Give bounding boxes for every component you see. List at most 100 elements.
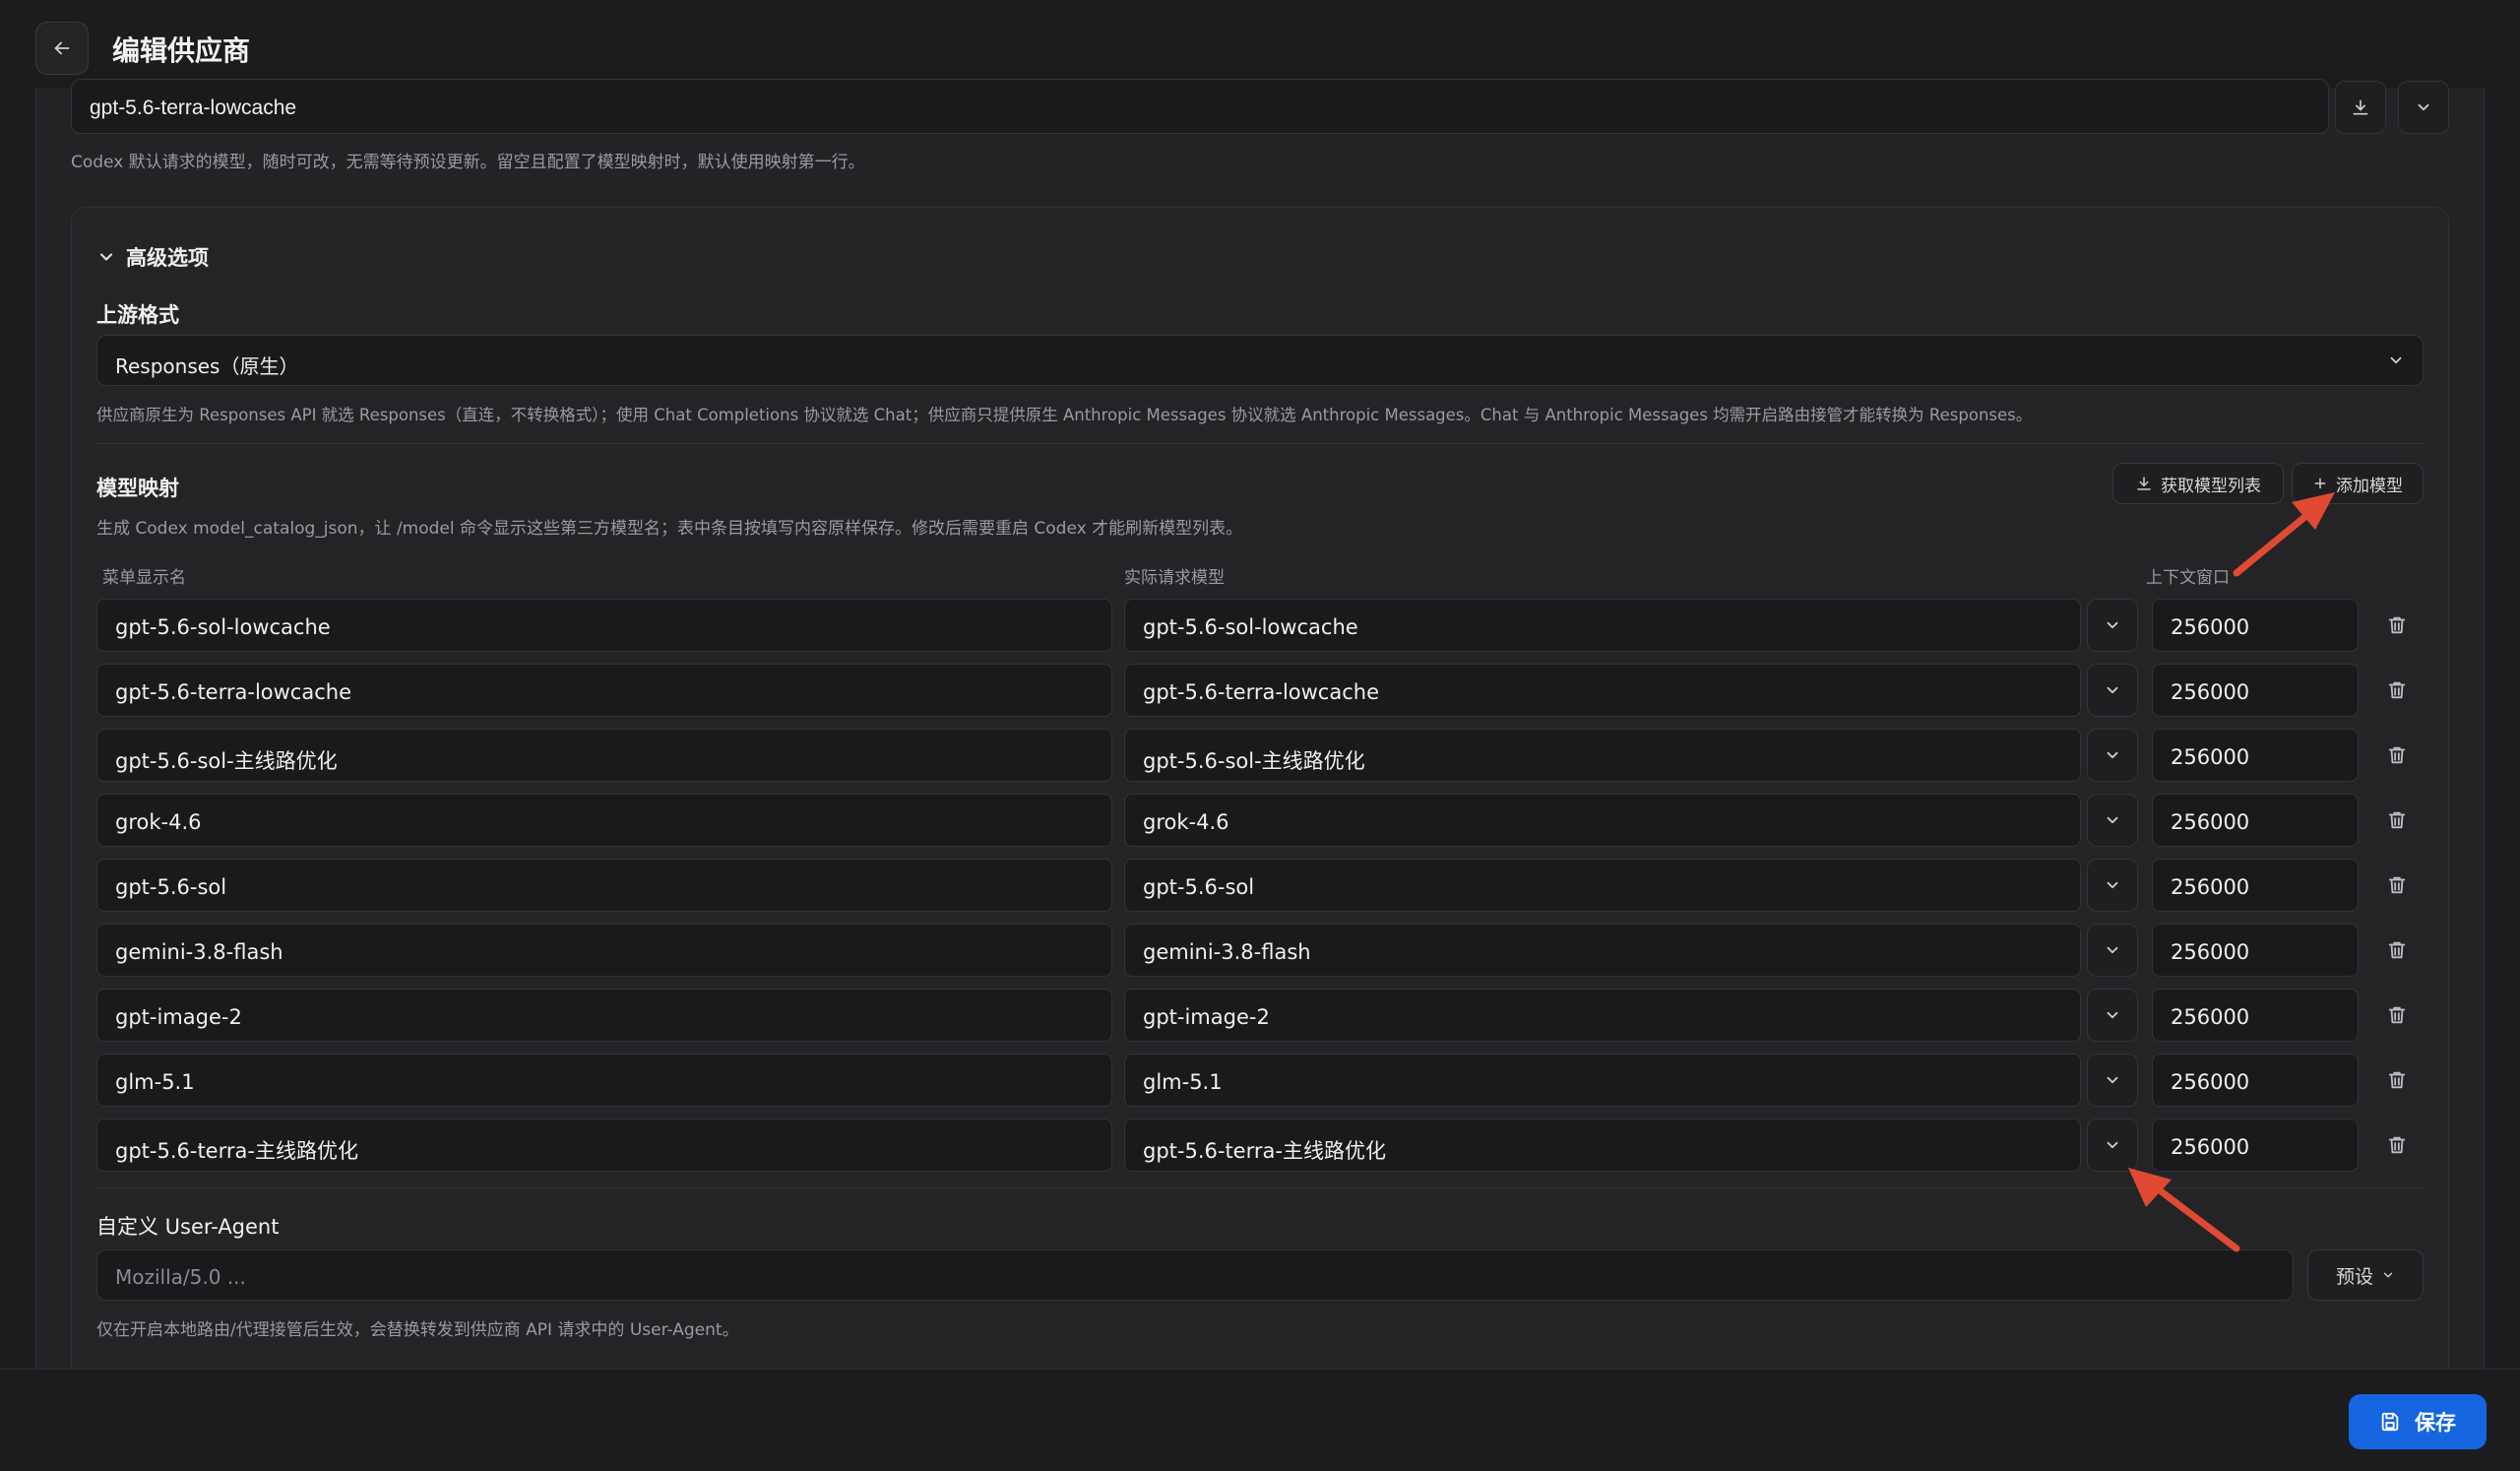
trash-icon — [2388, 1071, 2406, 1089]
actual-model-input[interactable]: gpt-image-2 — [1124, 989, 2081, 1042]
add-model-label: 添加模型 — [2336, 476, 2403, 496]
actual-model-input[interactable]: gpt-5.6-sol-主线路优化 — [1124, 729, 2081, 782]
upstream-format-hint: 供应商原生为 Responses API 就选 Responses（直连，不转换… — [96, 406, 2033, 424]
actual-model-dropdown-button[interactable] — [2087, 599, 2138, 652]
display-name-input[interactable]: gpt-5.6-sol-主线路优化 — [96, 729, 1112, 782]
add-model-button[interactable]: 添加模型 — [2292, 463, 2424, 504]
chevron-down-icon — [2107, 621, 2118, 629]
plus-icon — [2314, 478, 2326, 489]
trash-icon — [2388, 1006, 2406, 1024]
context-window-input[interactable]: 256000 — [2152, 729, 2359, 782]
column-header-context-window: 上下文窗口 — [2146, 568, 2230, 588]
delete-row-button[interactable] — [2382, 673, 2412, 707]
context-window-input[interactable]: 256000 — [2152, 599, 2359, 652]
actual-model-dropdown-button[interactable] — [2087, 729, 2138, 782]
download-button[interactable] — [2335, 81, 2386, 134]
trash-icon — [2388, 876, 2406, 894]
delete-row-button[interactable] — [2382, 803, 2412, 837]
trash-icon — [2388, 811, 2406, 829]
user-agent-hint: 仅在开启本地路由/代理接管后生效，会替换转发到供应商 API 请求中的 User… — [96, 1320, 739, 1340]
fetch-model-list-button[interactable]: 获取模型列表 — [2112, 463, 2284, 504]
display-name-input[interactable]: gpt-5.6-sol-lowcache — [96, 599, 1112, 652]
delete-row-button[interactable] — [2382, 998, 2412, 1032]
display-name-input[interactable]: glm-5.1 — [96, 1054, 1112, 1107]
delete-row-button[interactable] — [2382, 868, 2412, 902]
user-agent-label: 自定义 User-Agent — [96, 1215, 280, 1239]
save-icon — [2381, 1412, 2399, 1432]
chevron-down-icon — [2107, 946, 2118, 954]
actual-model-dropdown-button[interactable] — [2087, 924, 2138, 977]
advanced-options-toggle[interactable]: 高级选项 — [96, 242, 209, 272]
default-model-input[interactable]: gpt-5.6-terra-lowcache — [71, 79, 2329, 134]
fetch-model-list-label: 获取模型列表 — [2161, 476, 2261, 496]
column-header-actual-model: 实际请求模型 — [1124, 568, 1225, 588]
context-window-input[interactable]: 256000 — [2152, 1119, 2359, 1172]
actual-model-input[interactable]: grok-4.6 — [1124, 794, 2081, 847]
footer-bar — [0, 1369, 2520, 1471]
context-window-input[interactable]: 256000 — [2152, 664, 2359, 717]
save-label: 保存 — [2415, 1411, 2456, 1435]
advanced-options-label: 高级选项 — [126, 246, 209, 270]
default-model-dropdown-button[interactable] — [2398, 81, 2449, 134]
user-agent-preset-button[interactable]: 预设 — [2307, 1249, 2424, 1301]
delete-row-button[interactable] — [2382, 1128, 2412, 1162]
delete-row-button[interactable] — [2382, 608, 2412, 642]
arrow-left-icon — [54, 41, 70, 55]
display-name-input[interactable]: gpt-5.6-terra-主线路优化 — [96, 1119, 1112, 1172]
upstream-format-select[interactable]: Responses（原生） — [96, 335, 2424, 386]
download-icon — [2137, 477, 2151, 490]
context-window-input[interactable]: 256000 — [2152, 794, 2359, 847]
upstream-format-value: Responses（原生） — [115, 354, 299, 378]
chevron-down-icon — [2107, 816, 2118, 824]
context-window-input[interactable]: 256000 — [2152, 1054, 2359, 1107]
chevron-down-icon — [2107, 1076, 2118, 1084]
trash-icon — [2388, 616, 2406, 634]
delete-row-button[interactable] — [2382, 933, 2412, 967]
actual-model-input[interactable]: gpt-5.6-sol — [1124, 859, 2081, 912]
upstream-format-label: 上游格式 — [96, 303, 179, 327]
actual-model-dropdown-button[interactable] — [2087, 1119, 2138, 1172]
context-window-input[interactable]: 256000 — [2152, 924, 2359, 977]
actual-model-dropdown-button[interactable] — [2087, 794, 2138, 847]
actual-model-dropdown-button[interactable] — [2087, 1054, 2138, 1107]
actual-model-input[interactable]: gemini-3.8-flash — [1124, 924, 2081, 977]
trash-icon — [2388, 746, 2406, 764]
actual-model-dropdown-button[interactable] — [2087, 664, 2138, 717]
download-icon — [2353, 99, 2368, 115]
save-button[interactable]: 保存 — [2349, 1394, 2487, 1449]
chevron-down-icon — [2107, 1011, 2118, 1019]
actual-model-input[interactable]: gpt-5.6-terra-主线路优化 — [1124, 1119, 2081, 1172]
actual-model-input[interactable]: gpt-5.6-terra-lowcache — [1124, 664, 2081, 717]
actual-model-input[interactable]: gpt-5.6-sol-lowcache — [1124, 599, 2081, 652]
chevron-down-icon — [2107, 1141, 2118, 1149]
model-mapping-hint: 生成 Codex model_catalog_json，让 /model 命令显… — [96, 519, 1243, 539]
preset-label: 预设 — [2335, 1265, 2373, 1288]
column-header-display-name: 菜单显示名 — [102, 568, 186, 588]
display-name-input[interactable]: gemini-3.8-flash — [96, 924, 1112, 977]
chevron-down-icon — [2107, 881, 2118, 889]
delete-row-button[interactable] — [2382, 1063, 2412, 1097]
display-name-input[interactable]: gpt-image-2 — [96, 989, 1112, 1042]
display-name-input[interactable]: grok-4.6 — [96, 794, 1112, 847]
chevron-down-icon — [2390, 356, 2402, 364]
chevron-down-icon — [2107, 686, 2118, 694]
model-mapping-label: 模型映射 — [96, 477, 179, 500]
actual-model-dropdown-button[interactable] — [2087, 989, 2138, 1042]
default-model-hint: Codex 默认请求的模型，随时可改，无需等待预设更新。留空且配置了模型映射时，… — [71, 153, 865, 172]
display-name-input[interactable]: gpt-5.6-sol — [96, 859, 1112, 912]
page-title: 编辑供应商 — [112, 34, 251, 67]
delete-row-button[interactable] — [2382, 738, 2412, 772]
context-window-input[interactable]: 256000 — [2152, 989, 2359, 1042]
actual-model-dropdown-button[interactable] — [2087, 859, 2138, 912]
user-agent-input[interactable]: Mozilla/5.0 ... — [96, 1249, 2294, 1301]
back-button[interactable] — [35, 22, 89, 75]
divider — [96, 443, 2424, 444]
divider — [96, 1187, 2424, 1188]
chevron-down-icon — [2383, 1272, 2393, 1278]
display-name-input[interactable]: gpt-5.6-terra-lowcache — [96, 664, 1112, 717]
trash-icon — [2388, 681, 2406, 699]
actual-model-input[interactable]: glm-5.1 — [1124, 1054, 2081, 1107]
trash-icon — [2388, 1136, 2406, 1154]
context-window-input[interactable]: 256000 — [2152, 859, 2359, 912]
trash-icon — [2388, 941, 2406, 959]
